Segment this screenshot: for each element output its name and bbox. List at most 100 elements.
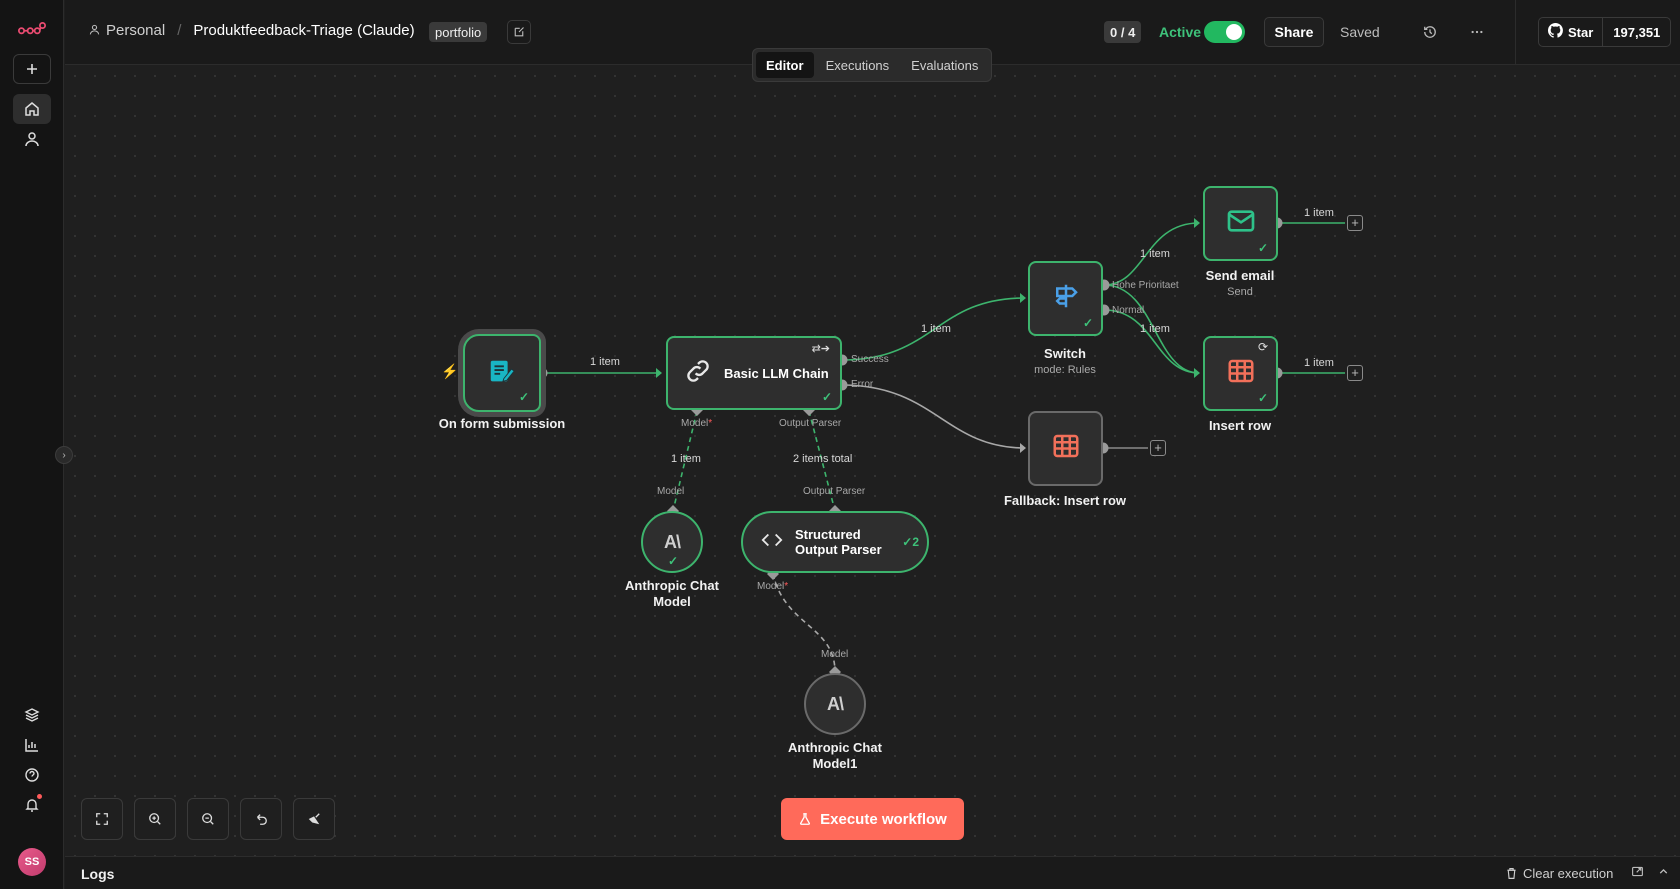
flask-icon <box>800 813 811 825</box>
port-label-output-parser: Output Parser <box>779 418 842 429</box>
node-label: Basic LLM Chain <box>724 365 829 381</box>
execute-workflow-button[interactable]: Execute workflow <box>781 798 964 840</box>
add-node-button[interactable]: + <box>1150 440 1166 456</box>
port-label-success: Success <box>851 354 889 365</box>
port-label-output-parser: Output Parser <box>803 486 866 497</box>
trigger-bolt-icon: ⚡ <box>441 363 459 379</box>
edge-label: 1 item <box>671 453 701 465</box>
anthropic-icon: A\ <box>827 693 844 714</box>
zoom-in-icon <box>149 813 161 825</box>
header-divider <box>1515 0 1516 65</box>
templates-icon[interactable] <box>13 700 51 730</box>
node-label: Insert row <box>1208 418 1272 433</box>
port-label-model: Model <box>657 486 685 497</box>
breadcrumb-workspace[interactable]: Personal <box>106 22 165 39</box>
broom-icon <box>308 813 320 825</box>
user-icon[interactable] <box>13 124 51 154</box>
mail-icon <box>1225 205 1257 242</box>
n8n-logo-icon[interactable] <box>13 14 51 44</box>
port-label-error: Error <box>851 379 874 390</box>
edge-label: 1 item <box>921 323 951 335</box>
share-button[interactable]: Share <box>1264 17 1324 47</box>
fit-view-button[interactable] <box>81 798 123 840</box>
tidy-up-button[interactable] <box>293 798 335 840</box>
node-label: Fallback: Insert row <box>1003 493 1127 508</box>
node-label: Anthropic Chat Model <box>625 578 719 609</box>
node-subtitle: Send <box>1227 286 1253 298</box>
link-icon <box>684 357 712 390</box>
refresh-icon: ⟳ <box>1257 340 1268 354</box>
success-check-icon: ✓ <box>1257 241 1268 255</box>
code-icon <box>761 529 783 556</box>
github-star-label: Star <box>1568 24 1594 40</box>
popout-icon[interactable] <box>1631 865 1644 881</box>
sidebar: SS <box>0 0 64 889</box>
table-icon <box>1051 431 1081 466</box>
add-icon[interactable] <box>13 54 51 84</box>
notifications-icon[interactable] <box>13 790 51 820</box>
activation-counter: 0 / 4 <box>1104 21 1142 43</box>
add-node-button[interactable]: + <box>1347 215 1363 231</box>
node-label: Switch <box>1044 346 1086 361</box>
node-switch[interactable]: ✓ <box>1028 261 1103 336</box>
form-icon <box>487 356 517 391</box>
node-label: Anthropic Chat Model1 <box>788 740 882 771</box>
port-label-hohe-prioritaet: Hohe Prioritaet <box>1112 280 1179 291</box>
more-options-icon[interactable] <box>1465 20 1489 44</box>
node-send-email[interactable]: ✓ <box>1203 186 1278 261</box>
workflow-name[interactable]: Produktfeedback-Triage (Claude) <box>193 22 414 39</box>
tab-editor[interactable]: Editor <box>756 52 814 78</box>
node-subtitle: mode: Rules <box>1034 364 1096 376</box>
active-label: Active <box>1159 24 1202 40</box>
node-fallback-insert-row[interactable] <box>1028 411 1103 486</box>
success-check-icon: ✓ <box>518 390 529 404</box>
zoom-out-icon <box>202 813 214 825</box>
home-icon[interactable] <box>13 94 51 124</box>
logs-title[interactable]: Logs <box>81 866 114 882</box>
signpost-icon <box>1051 281 1081 316</box>
edit-tags-icon[interactable] <box>507 20 531 44</box>
success-check-icon: ✓ <box>821 390 832 404</box>
edge-label: 1 item <box>1304 357 1334 369</box>
tab-evaluations[interactable]: Evaluations <box>901 52 988 78</box>
active-toggle[interactable] <box>1204 21 1245 43</box>
chevron-up-icon[interactable] <box>1657 865 1670 881</box>
node-on-form-submission[interactable]: ✓ <box>463 334 541 412</box>
breadcrumb: Personal / Produktfeedback-Triage (Claud… <box>89 22 415 39</box>
node-insert-row[interactable]: ⟳ ✓ <box>1203 336 1278 411</box>
execute-workflow-label: Execute workflow <box>820 810 947 828</box>
connections <box>536 217 1345 678</box>
saved-status: Saved <box>1340 24 1380 40</box>
avatar[interactable]: SS <box>18 848 46 876</box>
logs-bar[interactable]: Logs Clear execution <box>65 856 1680 889</box>
undo-button[interactable] <box>240 798 282 840</box>
add-node-button[interactable]: + <box>1347 365 1363 381</box>
node-label: Structured Output Parser <box>795 527 882 557</box>
github-star-button[interactable]: Star 197,351 <box>1538 17 1672 47</box>
zoom-out-button[interactable] <box>187 798 229 840</box>
undo-icon <box>257 814 267 825</box>
node-anthropic-chat-model1[interactable]: A\ <box>804 673 866 735</box>
tab-executions[interactable]: Executions <box>816 52 900 78</box>
node-structured-output-parser[interactable]: Structured Output Parser ✓2 <box>741 511 929 573</box>
notification-dot <box>37 794 42 799</box>
sidebar-collapse-button[interactable]: › <box>55 446 73 464</box>
help-icon[interactable] <box>13 760 51 790</box>
retry-icon: ⇄➔ <box>811 343 830 355</box>
port-label-model: Model <box>821 649 849 660</box>
node-basic-llm-chain[interactable]: Basic LLM Chain ⇄➔ ✓ <box>666 336 842 410</box>
trash-icon <box>1507 868 1516 879</box>
zoom-in-button[interactable] <box>134 798 176 840</box>
fullscreen-icon <box>96 813 108 825</box>
node-label: On form submission <box>438 416 566 431</box>
clear-execution-button[interactable]: Clear execution <box>1505 866 1613 881</box>
workflow-canvas[interactable]: ⚡ ✓ On form submission Basic LLM Chain ⇄… <box>65 66 1680 856</box>
success-check-icon: ✓2 <box>902 535 919 549</box>
edge-label: 1 item <box>1304 207 1334 219</box>
history-icon[interactable] <box>1418 20 1442 44</box>
insights-icon[interactable] <box>13 730 51 760</box>
edge-label: 1 item <box>1140 323 1170 335</box>
workflow-tag[interactable]: portfolio <box>429 22 488 42</box>
success-check-icon: ✓ <box>1257 391 1268 405</box>
node-anthropic-chat-model[interactable]: A\ ✓ <box>641 511 703 573</box>
